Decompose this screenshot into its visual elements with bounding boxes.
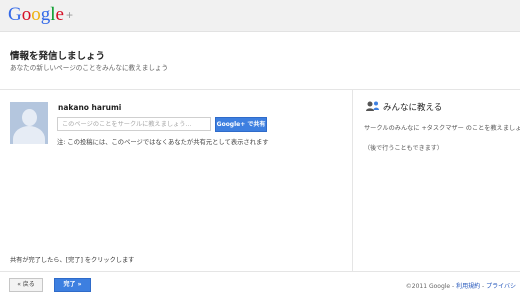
avatar — [10, 102, 48, 144]
terms-link[interactable]: 利用規約 — [456, 283, 480, 290]
page-title: 情報を発信しましょう — [10, 51, 106, 62]
completion-instruction: 共有が完了したら、[完了] をクリックします — [10, 257, 135, 264]
footer-divider — [0, 271, 520, 272]
avatar-shoulders — [13, 126, 45, 144]
share-panel-title: みんなに教える — [383, 103, 443, 113]
footer-text: ©2011 Google - 利用規約 - プライバシ — [406, 281, 516, 290]
logo-letter: G — [8, 4, 22, 25]
share-panel-later-text: （後で行うこともできます） — [364, 145, 443, 152]
logo-letter: o — [31, 4, 41, 25]
top-bar: Google + — [0, 0, 520, 32]
share-panel-description: サークルのみんなに +タスクマザー のことを教えましょう。 — [364, 125, 520, 132]
google-plus-logo[interactable]: Google + — [8, 5, 73, 25]
panel-divider — [352, 90, 353, 271]
avatar-head — [22, 109, 37, 126]
google-logo-text: Google — [8, 5, 64, 25]
back-button[interactable]: « 戻る — [9, 278, 43, 292]
share-note: 注: この投稿には、このページではなくあなたが共有元として表示されます — [57, 139, 269, 146]
share-on-google-plus-button[interactable]: Google+ で共有 — [215, 117, 267, 132]
header-divider — [0, 89, 520, 90]
logo-plus: + — [65, 8, 73, 22]
share-people-icon — [366, 101, 379, 111]
share-message-input[interactable] — [57, 117, 211, 131]
done-button[interactable]: 完了 » — [54, 278, 91, 292]
logo-letter: g — [40, 4, 51, 25]
page-subtitle: あなたの新しいページのことをみんなに教えましょう — [10, 64, 169, 72]
privacy-link[interactable]: プライバシ — [486, 283, 516, 290]
copyright-text: ©2011 Google - — [405, 283, 457, 290]
user-name: nakano harumi — [58, 103, 122, 112]
logo-letter: e — [55, 4, 64, 25]
logo-letter: o — [21, 4, 32, 25]
